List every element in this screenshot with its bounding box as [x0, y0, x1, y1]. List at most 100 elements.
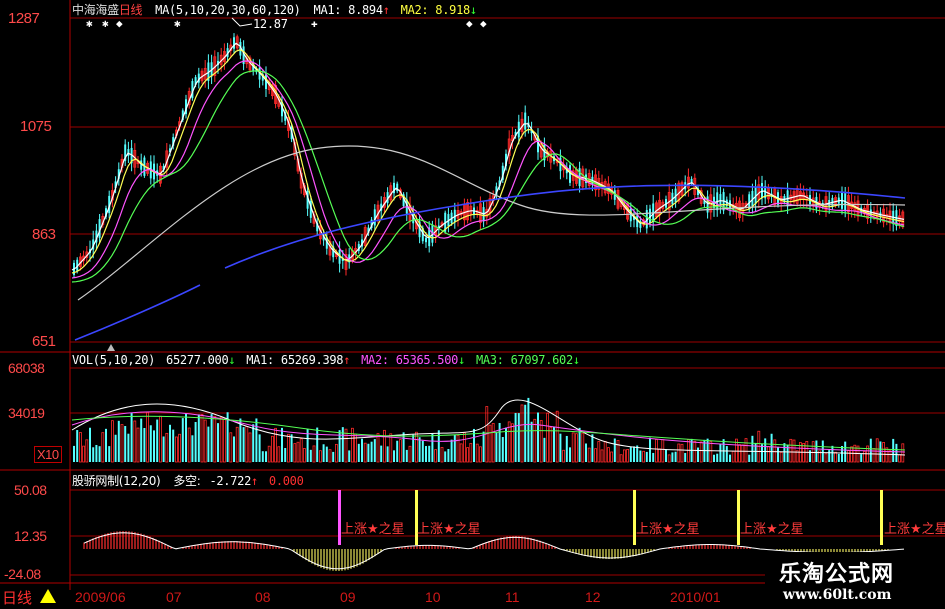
date-label: 12: [585, 589, 601, 605]
indicator-header: 股骄网制(12,20) 多空: -2.722↑ 0.000: [72, 472, 304, 489]
volume-bar: [530, 421, 533, 462]
volume-bar: [361, 438, 363, 462]
volume-bar: [197, 414, 200, 462]
ind-label-12: 12.35: [14, 528, 47, 544]
volume-bar: [719, 443, 722, 462]
volume-bar: [844, 441, 847, 462]
ma-params: MA(5,10,20,30,60,120): [155, 3, 301, 17]
y-label-651: 651: [32, 333, 56, 350]
volume-bar: [322, 444, 325, 462]
volume-bar: [169, 424, 171, 462]
zero-value: 0.000: [268, 474, 304, 488]
volume-bar: [185, 413, 187, 462]
volume-bar: [290, 434, 293, 462]
ma1-value: 8.894: [348, 3, 383, 17]
volume-bar: [652, 452, 655, 462]
top-marker: ✱: [102, 17, 109, 30]
volume-bar: [591, 434, 594, 462]
volume-bar: [837, 453, 840, 462]
volume-bar: [639, 450, 642, 462]
volume-bar: [828, 450, 831, 462]
vol-ma1-arrow: ↑: [343, 353, 351, 367]
volume-bar: [543, 437, 546, 462]
volume-bar: [860, 454, 863, 462]
volume-bar: [405, 449, 408, 462]
vol-value: 65277.000: [166, 353, 229, 367]
volume-bar: [729, 454, 731, 462]
volume-bar: [258, 434, 261, 462]
volume-bar: [239, 418, 242, 462]
volume-bar: [559, 433, 562, 462]
volume-bar: [815, 440, 818, 462]
volume-bar: [284, 448, 287, 462]
volume-bar: [252, 424, 255, 462]
top-marker: ◆: [116, 17, 123, 30]
vol-ma3-value: 67097.602: [510, 353, 574, 367]
candle-body: [761, 183, 763, 198]
vol-ma2-label: MA2:: [361, 353, 389, 367]
volume-bar: [73, 445, 75, 462]
volume-bar: [428, 445, 431, 462]
volume-bar: [357, 443, 360, 462]
dk-label: 多空:: [173, 474, 201, 488]
vol-params: VOL(5,10,20): [72, 353, 156, 367]
date-label: 2010/01: [670, 589, 721, 605]
volume-bar: [649, 437, 651, 462]
volume-bar: [373, 439, 376, 462]
volume-bar: [210, 414, 213, 462]
volume-bar: [453, 434, 456, 462]
volume-bar: [162, 436, 165, 462]
volume-bar: [281, 427, 283, 462]
volume-bar: [725, 446, 728, 462]
signal-label: 上涨★之星: [884, 522, 945, 537]
volume-bar: [117, 420, 120, 462]
date-label: 11: [505, 589, 520, 605]
indicator-name: 股骄网制(12,20): [72, 474, 161, 488]
volume-bar: [674, 451, 677, 462]
volume-bar: [633, 446, 635, 462]
vol-ma2-arrow: ↓: [458, 353, 465, 367]
volume-bar: [892, 438, 895, 462]
volume-bar: [498, 422, 501, 462]
volume-bar: [444, 451, 447, 462]
volume-bar: [309, 449, 312, 462]
volume-header: VOL(5,10,20) 65277.000↓ MA1: 65269.398↑ …: [72, 353, 580, 367]
volume-bar: [393, 450, 395, 462]
vol-unit-label: X10: [34, 446, 62, 463]
volume-bar: [386, 446, 389, 462]
watermark: 乐淘公式网 www.60lt.com: [765, 552, 945, 609]
top-marker: ✚: [311, 17, 318, 30]
volume-bar: [233, 436, 235, 462]
volume-bar: [585, 443, 587, 462]
volume-bar: [207, 426, 210, 462]
ma1-label: MA1:: [313, 3, 342, 17]
volume-bar: [172, 429, 175, 462]
volume-bar: [684, 452, 687, 462]
watermark-url: www.60lt.com: [783, 587, 892, 603]
signal-label: 上涨★之星: [740, 522, 804, 537]
signal-label: 上涨★之星: [341, 522, 405, 537]
volume-bar: [316, 427, 319, 462]
vol-ma3-arrow: ↓: [572, 353, 580, 367]
volume-bar: [153, 430, 155, 462]
footer-period-button[interactable]: 日线: [0, 586, 68, 608]
volume-bar: [665, 449, 667, 462]
volume-bar: [140, 418, 143, 462]
volume-bar: [421, 440, 424, 462]
volume-bar: [895, 443, 898, 462]
volume-bar: [537, 412, 539, 462]
volume-bar: [517, 413, 520, 462]
volume-bar: [89, 427, 91, 462]
volume-bar: [751, 435, 754, 462]
volume-bar: [527, 397, 530, 462]
volume-bar: [396, 440, 399, 462]
dk-value: -2.722: [209, 474, 252, 488]
volume-bar: [124, 426, 127, 462]
volume-bar: [425, 446, 427, 462]
volume-bar: [255, 418, 258, 462]
ma2-value: 8.918: [435, 3, 470, 17]
volume-bar: [402, 432, 405, 462]
candle-body: [233, 37, 235, 49]
vol-ma2-value: 65365.500: [395, 353, 459, 367]
dk-arrow: ↑: [251, 474, 258, 488]
